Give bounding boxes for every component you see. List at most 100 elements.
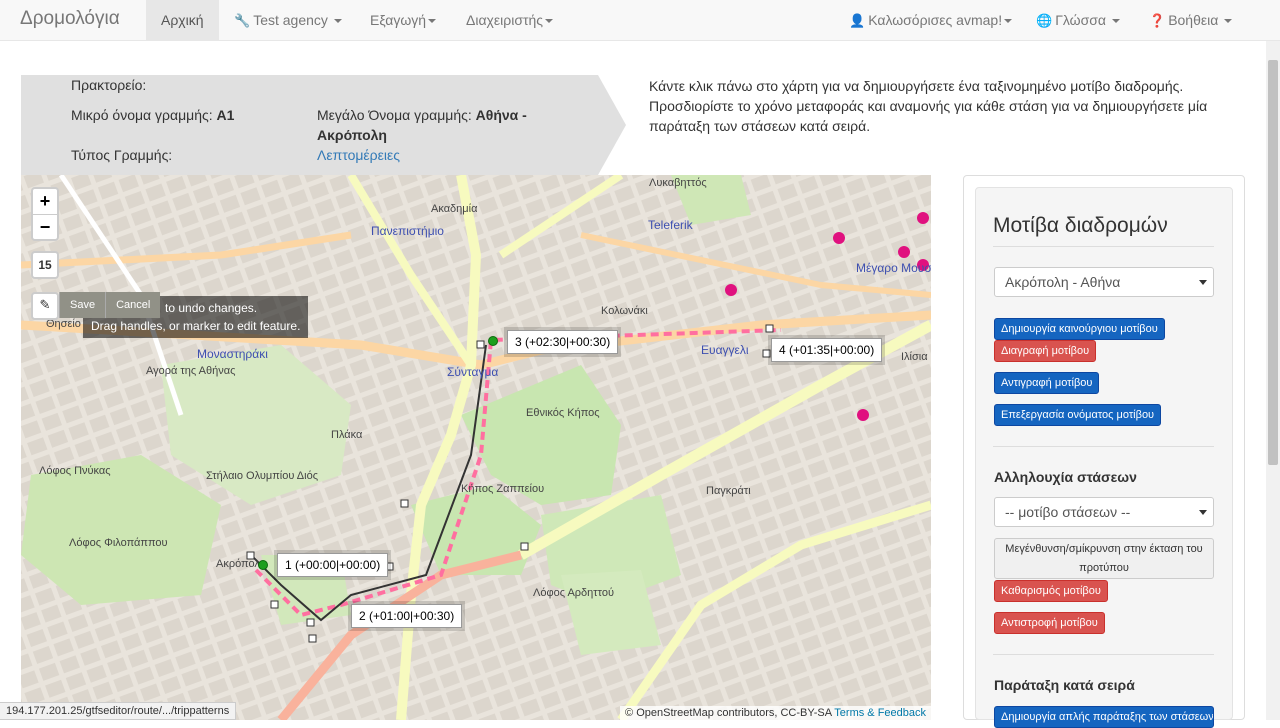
edit-actions: Save Cancel [59,292,161,318]
zoom-out-button[interactable]: − [33,214,57,239]
sequence-title: Παράταξη κατά σειρά [994,677,1135,693]
nav-user-label: Καλωσόρισες avmap! [868,12,1003,28]
map-label-ethnikos-kipos: Εθνικός Κήπος [526,407,600,419]
rename-pattern-button[interactable]: Επεξεργασία ονόματος μοτίβου [994,404,1162,426]
map-label-ilisia: Ιλίσια [901,351,928,363]
wrench-icon: 🔧 [234,13,251,28]
nav-agency-label: Test agency [253,12,328,28]
route-map[interactable]: Πανεπιστήμιο Σύνταγμα Μοναστηράκι Ευαγγε… [21,175,931,720]
chevron-down-icon [1224,19,1233,24]
nav-home-label: Αρχική [161,12,204,28]
chevron-down-icon [1199,510,1207,515]
nav-user-dropdown[interactable]: 👤 Καλωσόρισες avmap! [834,0,1027,40]
attribution-text: © OpenStreetMap contributors, CC-BY-SA [625,707,832,719]
stop-pattern-select[interactable]: -- μοτίβο στάσεων -- [994,497,1214,527]
nav-export-label: Εξαγωγή [370,12,427,28]
chevron-down-icon [428,19,437,24]
chevron-down-icon [545,19,554,24]
zoom-to-pattern-button[interactable]: Μεγένθυνση/σμίκρυνση στην έκταση του προ… [994,538,1214,579]
map-label-monastiraki: Μοναστηράκι [197,347,268,361]
map-label-olympieio: Στήλαιο Ολυμπίου Διός [206,470,319,482]
map-label-panepistimio: Πανεπιστήμιο [371,224,444,238]
long-name-row-2: Ακρόπολη [317,127,387,143]
long-name-value-line2: Ακρόπολη [317,127,387,143]
edit-layers-button[interactable]: ✎ [31,292,59,320]
route-info-arrow [598,75,626,175]
route-type-label: Τύπος Γραμμής: [71,147,173,163]
map-label-syntagma: Σύνταγμα [447,365,499,379]
map-label-megaro: Μέγαρο Μουσικής [856,261,931,275]
pattern-select-value: Ακρόπολη - Αθήνα [1005,274,1121,290]
short-name-label: Μικρό όνομα γραμμής: [71,107,213,123]
stop-sequence-title: Αλληλουχία στάσεων [994,469,1137,485]
top-navbar: Δρομολόγια Αρχική 🔧 Test agency Εξαγωγή Δ… [0,0,1280,41]
nav-help-dropdown[interactable]: ❓ Βοήθεια [1134,0,1247,40]
divider [993,654,1214,655]
details-link[interactable]: Λεπτομέρειες [317,147,400,163]
stop-label-2[interactable]: 2 (+01:00|+00:30) [351,604,463,628]
chevron-down-icon [333,19,342,24]
chevron-down-icon [1111,19,1120,24]
page-scrollbar-thumb[interactable] [1268,60,1278,465]
map-label-agora: Αγορά της Αθήνας [146,365,236,377]
stop-marker-1[interactable] [258,560,268,570]
edit-save-button[interactable]: Save [59,292,105,318]
brand-title[interactable]: Δρομολόγια [20,8,120,30]
reverse-pattern-button[interactable]: Αντιστροφή μοτίβου [994,612,1105,634]
nav-language-label: Γλώσσα [1055,12,1106,28]
map-label-zappeio: Κήπος Ζαππείου [461,483,545,495]
nav-help-label: Βοήθεια [1168,12,1219,28]
nav-export-dropdown[interactable]: Εξαγωγή [355,0,451,40]
map-label-kolonaki: Κολωνάκι [601,305,648,317]
clear-pattern-button[interactable]: Καθαρισμός μοτίβου [994,580,1108,602]
zoom-level-indicator: 15 [31,251,59,279]
stop-marker-3[interactable] [488,336,498,346]
map-label-ardittou: Λόφος Αρδηττού [533,587,614,599]
edit-cancel-button[interactable]: Cancel [105,292,160,318]
stop-label-4[interactable]: 4 (+01:35|+00:00) [771,338,883,362]
edit-hint-line2: Drag handles, or marker to edit feature. [91,319,301,333]
terms-feedback-link[interactable]: Terms & Feedback [834,707,926,719]
map-tiles [21,175,931,720]
nav-language-dropdown[interactable]: 🌐 Γλώσσα [1021,0,1135,40]
map-label-evangelismos: Ευαγγελι [701,343,749,357]
edit-icon: ✎ [39,297,51,312]
divider [993,446,1214,447]
delete-pattern-button[interactable]: Διαγραφή μοτίβου [994,340,1097,362]
long-name-row: Μεγάλο Όνομα γραμμής: Αθήνα - [317,107,527,123]
pattern-select[interactable]: Ακρόπολη - Αθήνα [994,267,1214,297]
stop-label-3[interactable]: 3 (+02:30|+00:30) [507,330,619,354]
map-label-pnyx: Λόφος Πνύκας [39,465,111,477]
map-label-pagkrati: Παγκράτι [706,485,751,497]
user-icon: 👤 [849,13,866,28]
copy-pattern-button[interactable]: Αντιγραφή μοτίβου [994,372,1100,394]
zoom-in-button[interactable]: + [33,189,57,214]
divider [993,246,1214,247]
agency-label: Πρακτορείο: [71,77,147,93]
instructions-text: Κάντε κλικ πάνω στο χάρτη για να δημιουρ… [649,78,1208,134]
stop-label-1[interactable]: 1 (+00:00|+00:00) [277,553,389,577]
map-label-akadimia: Ακαδημία [431,203,478,215]
nav-admin-label: Διαχειριστής [466,12,544,28]
nav-agency-dropdown[interactable]: 🔧 Test agency [219,0,357,40]
chevron-down-icon [1199,280,1207,285]
zoom-control: + − [31,187,59,241]
short-name-row: Μικρό όνομα γραμμής: A1 [71,107,234,123]
map-label-plaka: Πλάκα [331,429,363,441]
map-label-lykavittos: Λυκαβηττός [649,177,707,189]
nav-admin-dropdown[interactable]: Διαχειριστής [451,0,568,40]
map-label-filopappou: Λόφος Φιλοπάππου [69,537,168,549]
status-bar-url: 194.177.201.25/gtfseditor/route/.../trip… [0,702,237,720]
short-name-value: A1 [216,107,235,123]
globe-icon: 🌐 [1036,13,1053,28]
create-sequence-button[interactable]: Δημιουργία απλής παράταξης των στάσεων [994,706,1214,728]
create-pattern-button[interactable]: Δημιουργία καινούργιου μοτίβου [994,318,1165,340]
map-label-teleferik: Teleferik [648,218,693,232]
stop-pattern-select-value: -- μοτίβο στάσεων -- [1005,504,1131,520]
nav-home[interactable]: Αρχική [146,0,219,40]
question-circle-icon: ❓ [1149,13,1166,28]
long-name-value-line1: Αθήνα - [475,107,527,123]
long-name-label: Μεγάλο Όνομα γραμμής: [317,107,472,123]
panel-title: Μοτίβα διαδρομών [993,214,1168,237]
map-attribution: © OpenStreetMap contributors, CC-BY-SA T… [620,706,931,720]
